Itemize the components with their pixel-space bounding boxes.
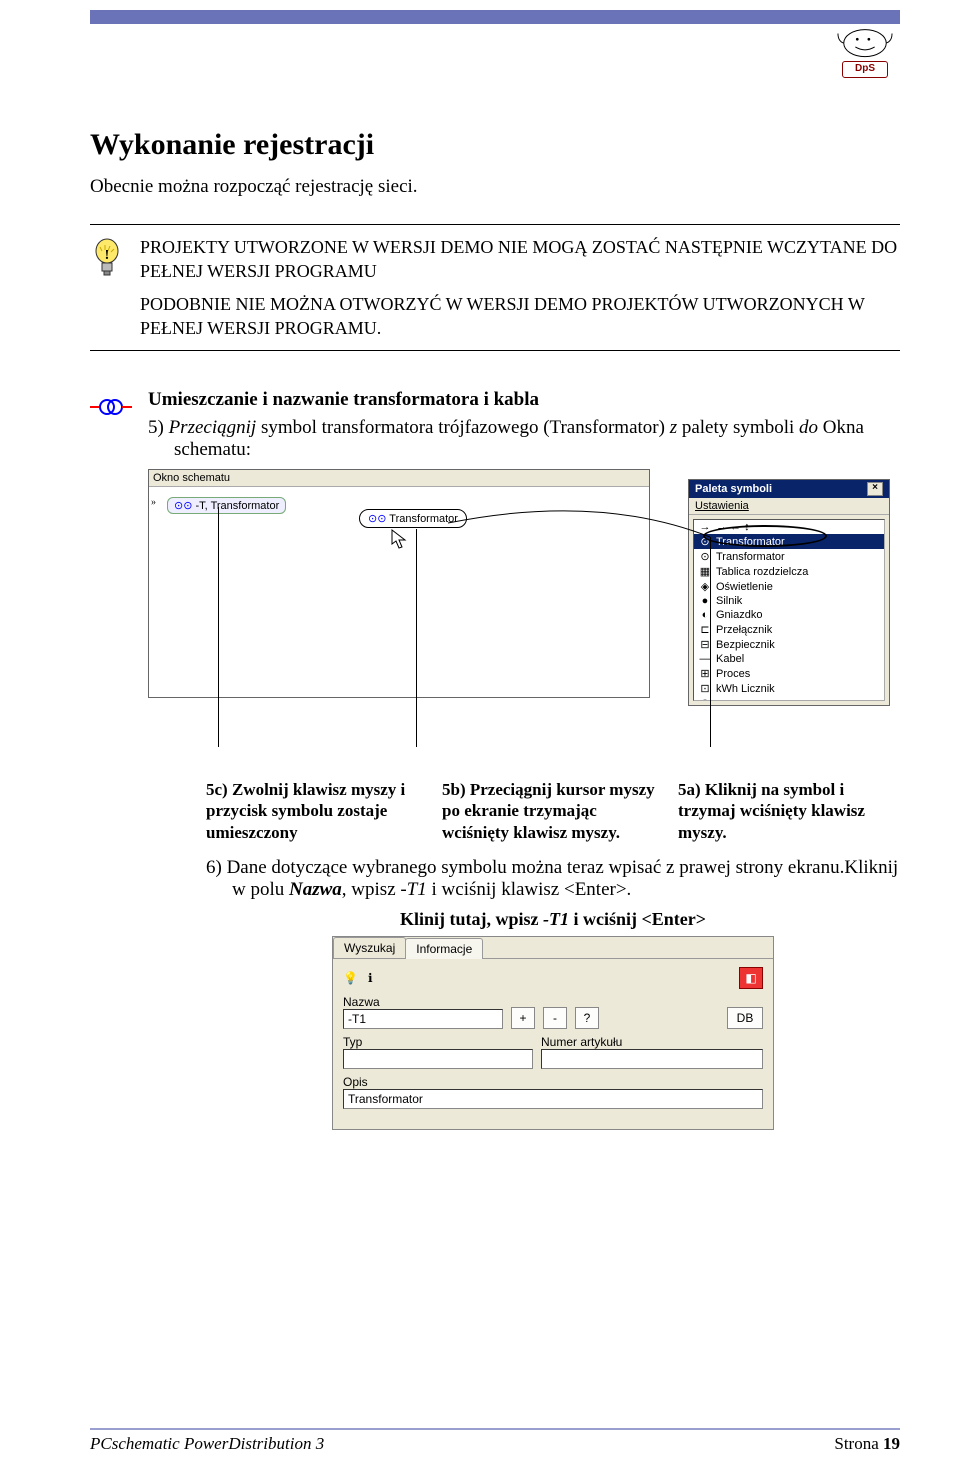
db-indicator-icon[interactable]: ◧ (739, 967, 763, 989)
palette-title: Paleta symboli (695, 483, 772, 495)
palette-item-label: Bezpiecznik (716, 639, 775, 651)
footer-rule (90, 1428, 900, 1430)
arrow-5a (710, 537, 711, 747)
palette-item-label: Amperomierz (716, 699, 781, 701)
tab-info[interactable]: Informacje (405, 938, 483, 959)
schematic-window-title: Okno schematu (149, 470, 649, 487)
close-icon[interactable]: × (867, 482, 883, 496)
page-heading: Wykonanie rejestracji (90, 128, 900, 162)
palette-item[interactable]: ◐Gniazdko (694, 608, 884, 622)
warning-box: ! PROJEKTY UTWORZONE W WERSJI DEMO NIE M… (90, 224, 900, 351)
palette-item[interactable]: ⊟Bezpiecznik (694, 637, 884, 652)
palette-item[interactable]: —Kabel (694, 652, 884, 666)
transformer-icon (90, 389, 132, 1130)
step-6: 6) Dane dotyczące wybranego symbolu możn… (206, 857, 900, 901)
palette-item-label: Proces (716, 668, 750, 680)
name-field[interactable] (343, 1009, 503, 1029)
sub-heading: Umieszczanie i nazwanie transformatora i… (148, 389, 900, 411)
warning-line-2: PODOBNIE NIE MOŻNA OTWORZYĆ W WERSJI DEM… (140, 292, 900, 341)
label-description: Opis (343, 1075, 763, 1089)
warning-line-1: PROJEKTY UTWORZONE W WERSJI DEMO NIE MOG… (140, 235, 900, 284)
palette-item[interactable]: ⊞Proces (694, 666, 884, 681)
plus-button[interactable]: + (511, 1007, 535, 1029)
palette-item-label: Gniazdko (716, 609, 762, 621)
tab-search[interactable]: Wyszukaj (333, 937, 406, 958)
label-type: Typ (343, 1035, 533, 1049)
palette-item-label: Kabel (716, 653, 744, 665)
arrow-5a-curve (448, 523, 748, 583)
step-5: 5) Przeciągnij symbol transformatora tró… (148, 417, 900, 461)
schematic-window: Okno schematu » ⊙⊙ -T, Transformator ⊙⊙ … (148, 469, 650, 698)
callout-5b: 5b) Przeciągnij kursor myszy po ekranie … (442, 779, 664, 843)
placed-symbol[interactable]: ⊙⊙ -T, Transformator (167, 497, 286, 514)
arrow-5c (218, 507, 219, 747)
lightbulb-icon: ! (90, 235, 124, 340)
seal-icon (835, 18, 895, 59)
arrow-5b (416, 529, 417, 747)
brand-label: DpS (842, 61, 888, 78)
label-article-number: Numer artykułu (541, 1035, 763, 1049)
footer-right: Strona 19 (834, 1434, 900, 1454)
article-number-field[interactable] (541, 1049, 763, 1069)
expand-icon[interactable]: » (151, 497, 156, 508)
palette-item[interactable]: ⊏Przełącznik (694, 622, 884, 637)
callout-5c: 5c) Zwolnij klawisz myszy i przycisk sym… (206, 779, 428, 843)
palette-item-label: Przełącznik (716, 624, 772, 636)
bulb-mini-icon[interactable]: 💡 (343, 971, 358, 985)
description-field[interactable] (343, 1089, 763, 1109)
label-name: Nazwa (343, 995, 503, 1009)
footer-left: PCschematic PowerDistribution 3 (90, 1434, 324, 1454)
pin-mini-icon[interactable]: ℹ (368, 971, 373, 985)
intro-text: Obecnie można rozpocząć rejestrację siec… (90, 176, 900, 198)
symbol-palette: Paleta symboli × Ustawienia →→ ← ↕⊙Trans… (688, 479, 890, 706)
figure-drag-drop: Okno schematu » ⊙⊙ -T, Transformator ⊙⊙ … (148, 469, 890, 769)
palette-item[interactable]: ●Silnik (694, 594, 884, 608)
palette-item-label: Silnik (716, 595, 742, 607)
minus-button[interactable]: - (543, 1007, 567, 1029)
question-button[interactable]: ? (575, 1007, 599, 1029)
info-panel: Wyszukaj Informacje 💡 ℹ ◧ Nazwa (332, 936, 774, 1130)
step-5-verb: Przeciągnij (169, 417, 257, 438)
header-rule (90, 10, 900, 24)
palette-item-label: kWh Licznik (716, 683, 775, 695)
db-button[interactable]: DB (727, 1007, 763, 1029)
svg-text:!: ! (105, 248, 110, 263)
palette-item[interactable]: ⒶAmperomierz (694, 696, 884, 701)
callouts-row: 5c) Zwolnij klawisz myszy i przycisk sym… (206, 779, 900, 843)
palette-item[interactable]: ⊡kWh Licznik (694, 681, 884, 696)
type-field[interactable] (343, 1049, 533, 1069)
callout-5a: 5a) Kliknij na symbol i trzymaj wciśnięt… (678, 779, 900, 843)
figure-2-caption: Klinij tutaj, wpisz -T1 i wciśnij <Enter… (206, 909, 900, 930)
palette-settings-tab[interactable]: Ustawienia (689, 498, 889, 515)
step-5-number: 5) (148, 417, 164, 438)
brand-logo: DpS (830, 18, 900, 78)
placed-symbol-label: -T, Transformator (196, 500, 280, 512)
step-6-number: 6) (206, 857, 222, 878)
